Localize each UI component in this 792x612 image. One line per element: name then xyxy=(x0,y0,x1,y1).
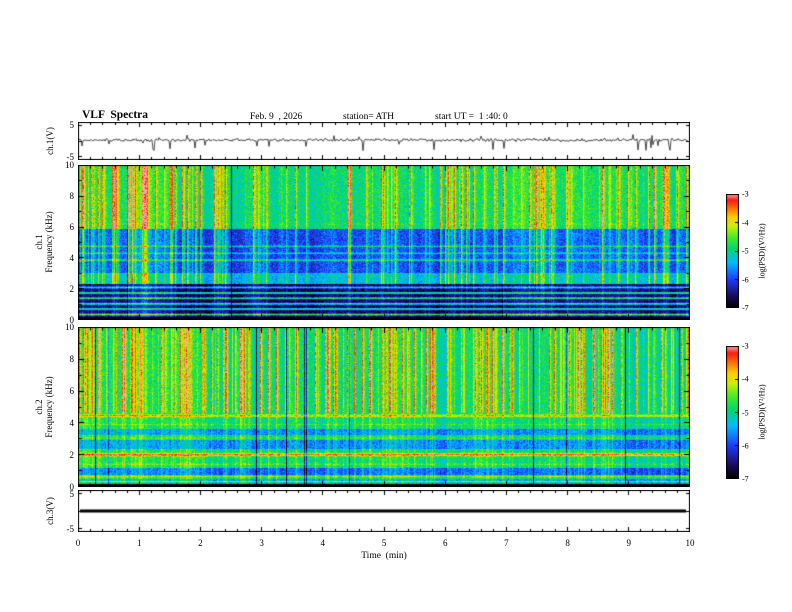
ch1-spec-ytick-label: 6 xyxy=(69,222,75,232)
ch2-spec-ytick-label: 4 xyxy=(69,418,75,428)
ch2-spec-ytick-label: 2 xyxy=(69,450,75,460)
colorbar-ch1-canvas xyxy=(726,194,739,308)
ch1-spec-ytick-label: 8 xyxy=(69,191,75,201)
ch2-frequency-axis-label-channel: ch.2 xyxy=(34,399,44,415)
colorbar1-tick-label: -5 xyxy=(742,246,749,256)
colorbar1-tick-label: -4 xyxy=(742,218,749,227)
x-tick-label: 9 xyxy=(626,538,632,548)
x-tick-label: 5 xyxy=(381,538,387,548)
x-tick-label: 1 xyxy=(136,538,142,548)
x-tick-label: 2 xyxy=(198,538,203,548)
ch1-voltage-axis-label: ch.1(V) xyxy=(45,127,55,155)
colorbar2-label: log(PSD)(V²/Hz) xyxy=(757,384,767,440)
ch2-spec-ytick-label: 8 xyxy=(69,354,75,364)
colorbar1-tick-label: -3 xyxy=(742,189,749,199)
colorbar2-tick-label: -6 xyxy=(742,441,749,451)
time-axis-label: Time (min) xyxy=(361,551,407,561)
ch1-spec-ytick-label: 4 xyxy=(69,253,75,263)
ch1-frequency-axis-label-unit: Frequency (kHz) xyxy=(44,211,54,273)
ch1-frequency-axis-label-channel: ch.1 xyxy=(34,234,44,250)
ch3-wave-ytick-label: 5 xyxy=(69,488,75,499)
ch3-waveform-canvas xyxy=(78,490,690,532)
colorbar2-tick-label: -3 xyxy=(742,341,749,351)
colorbar1-tick-label: -7 xyxy=(742,303,749,313)
header-date: Feb. 9 , 2026 xyxy=(250,112,303,122)
x-tick-label: 7 xyxy=(504,538,509,548)
x-tick-label: 8 xyxy=(565,538,570,548)
ch1-waveform-canvas xyxy=(78,122,690,160)
x-tick-label: 6 xyxy=(442,538,448,548)
colorbar1-tick-label: -6 xyxy=(742,275,749,284)
colorbar-ch2-canvas xyxy=(726,346,739,479)
ch1-spec-ytick-label: 2 xyxy=(69,284,75,294)
x-tick-label: 4 xyxy=(320,538,326,548)
ch3-voltage-axis-label: ch.3(V) xyxy=(45,497,55,525)
vlf-spectra-figure: VLF Spectra Feb. 9 , 2026 station= ATH s… xyxy=(0,0,792,612)
ch2-frequency-axis-label-unit: Frequency (kHz) xyxy=(44,376,54,438)
colorbar1-label: log(PSD)(V²/Hz) xyxy=(757,223,767,279)
ch2-spec-ytick-label: 6 xyxy=(69,386,75,396)
ch1-frequency-axis-label: ch.1 Frequency (kHz) xyxy=(34,211,54,272)
ch1-wave-ytick-label: 5 xyxy=(69,120,75,131)
colorbar2-tick-label: -5 xyxy=(742,408,749,417)
ch2-spec-ytick-label: 10 xyxy=(65,322,74,332)
header-station: station= ATH xyxy=(343,112,395,122)
x-tick-label: 10 xyxy=(685,538,695,548)
x-tick-label: 0 xyxy=(75,538,81,548)
header-start-ut: start UT = 1 :40: 0 xyxy=(435,112,508,122)
ch3-wave-ytick-label: -5 xyxy=(66,523,75,534)
ch2-spectrogram-canvas xyxy=(78,327,690,487)
colorbar2-tick-label: -4 xyxy=(742,374,749,384)
ch1-spectrogram-canvas xyxy=(78,165,690,320)
figure-title: VLF Spectra xyxy=(82,109,149,121)
x-tick-label: 3 xyxy=(259,538,264,548)
colorbar2-tick-label: -7 xyxy=(742,474,749,484)
ch1-spec-ytick-label: 10 xyxy=(65,160,74,170)
ch2-frequency-axis-label: ch.2 Frequency (kHz) xyxy=(34,376,54,437)
